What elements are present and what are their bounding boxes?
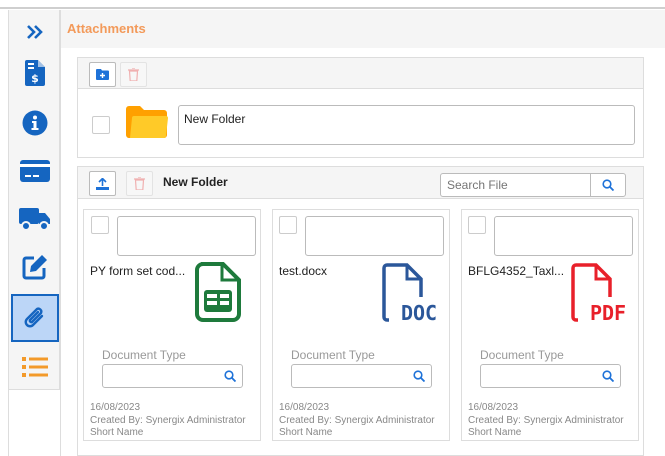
edit-icon [22,255,47,280]
document-type-label: Document Type [291,348,375,362]
file-checkbox[interactable] [279,216,297,234]
sidebar-item-attachments[interactable] [11,294,59,342]
current-folder-name: New Folder [163,175,228,189]
file-meta: 16/08/2023 Created By: Synergix Administ… [468,402,624,440]
info-icon [22,110,48,136]
search-icon [224,370,236,382]
sidebar-edge [8,390,9,456]
search-icon [413,370,425,382]
files-panel: New Folder PY form set cod... Document T… [77,166,644,456]
trash-icon [134,177,145,190]
files-toolbar: New Folder [78,167,643,199]
sidebar-item-invoice[interactable]: $ [11,50,59,96]
doc-file-icon: DOC [382,263,437,324]
upload-icon [96,177,109,190]
document-type-input[interactable] [291,364,432,388]
sidebar-item-edit[interactable] [11,244,59,290]
document-type-input[interactable] [102,364,243,388]
file-short-name: Short Name [90,427,144,438]
file-card[interactable]: BFLG4352_Taxl... PDF Document Type 16/08… [461,209,639,441]
document-type-label: Document Type [480,348,564,362]
trash-icon [128,68,139,81]
doc-icon-text: DOC [401,301,437,324]
file-card[interactable]: PY form set cod... Document Type 16/08/2… [83,209,261,441]
file-date: 16/08/2023 [468,402,519,413]
file-meta: 16/08/2023 Created By: Synergix Administ… [90,402,246,440]
list-icon [22,357,48,377]
search-file-input[interactable] [440,173,591,197]
file-name: BFLG4352_Taxl... [468,264,565,278]
folder-toolbar [78,58,643,89]
sidebar-expand-button[interactable] [11,18,59,46]
pdf-icon-text: PDF [590,301,626,324]
file-date: 16/08/2023 [279,402,330,413]
file-created-by: Created By: Synergix Administrator [279,414,435,426]
search-icon [602,179,614,191]
folder-plus-icon [96,69,109,80]
svg-text:$: $ [31,72,39,85]
sidebar-item-info[interactable] [11,100,59,146]
file-meta: 16/08/2023 Created By: Synergix Administ… [279,402,435,440]
file-created-by: Created By: Synergix Administrator [90,414,246,426]
file-created-by: Created By: Synergix Administrator [468,414,624,426]
folder-icon [126,106,168,138]
sidebar-item-delivery[interactable] [11,196,59,242]
file-description-input[interactable] [494,216,633,256]
sidebar: $ [8,10,60,390]
add-folder-button[interactable] [89,62,116,87]
sidebar-item-list[interactable] [11,344,59,390]
delete-folder-button[interactable] [120,62,147,87]
file-short-name: Short Name [279,427,333,438]
invoice-dollar-icon: $ [25,60,45,86]
double-chevron-right-icon [27,25,43,39]
pdf-file-icon: PDF [571,263,626,324]
file-name: PY form set cod... [90,264,186,278]
top-border [0,0,665,9]
truck-icon [19,208,50,231]
file-checkbox[interactable] [91,216,109,234]
folder-panel: New Folder [77,57,644,158]
upload-file-button[interactable] [89,171,116,196]
document-type-label: Document Type [102,348,186,362]
file-checkbox[interactable] [468,216,486,234]
file-description-input[interactable] [117,216,256,256]
sidebar-item-payment[interactable] [11,148,59,194]
spreadsheet-file-icon [195,262,241,322]
file-card[interactable]: test.docx DOC Document Type 16/08/2023 C… [272,209,450,441]
file-description-input[interactable] [305,216,444,256]
page-title: Attachments [61,10,665,48]
search-icon [602,370,614,382]
file-short-name: Short Name [468,427,522,438]
main-content: Attachments New Folder New Folder Search… [60,10,665,456]
file-name: test.docx [279,264,328,278]
folder-checkbox[interactable] [92,116,110,134]
file-date: 16/08/2023 [90,402,141,413]
credit-card-icon [20,160,50,182]
delete-file-button[interactable] [126,171,153,196]
search-file-button[interactable] [590,173,626,197]
paperclip-icon [24,307,44,328]
folder-name-input[interactable]: New Folder [178,105,635,145]
document-type-input[interactable] [480,364,621,388]
